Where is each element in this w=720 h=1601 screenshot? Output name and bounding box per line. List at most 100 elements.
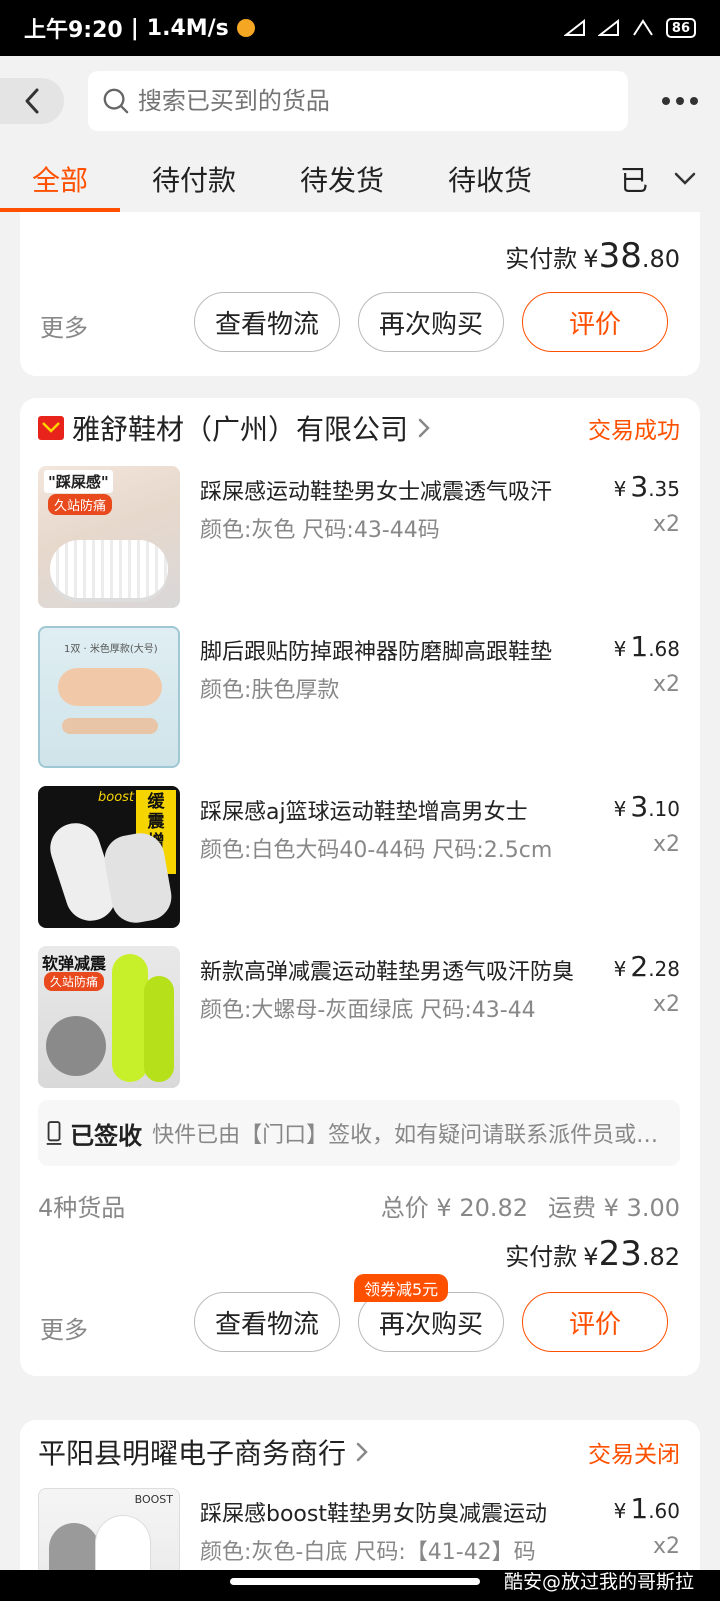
battery-icon: 86 [665,18,696,38]
paid-label: 实付款 [505,245,578,273]
product-thumbnail[interactable]: "踩屎感" 久站防痛 [38,466,180,608]
wifi-icon [633,19,653,36]
review-button[interactable]: 评价 [522,1292,668,1352]
product-item[interactable]: "踩屎感" 久站防痛 踩屎感运动鞋垫男女士减震透气吸汗 颜色:灰色 尺码:43-… [38,466,680,608]
chevron-left-icon [25,88,39,114]
currency-symbol: ¥ [613,957,627,981]
product-price: ¥ 2 .28 [614,950,680,983]
price-decimal: .68 [648,637,680,661]
insole-graphic-3 [144,976,174,1082]
product-thumbnail[interactable]: 软弹减震 久站防痛 [38,946,180,1088]
signal-icon [563,19,585,36]
more-link[interactable]: 更多 [40,308,88,343]
product-spec: 颜色:灰色 尺码:43-44码 [200,518,440,543]
product-quantity: x2 [652,672,680,697]
shop-logo-icon [38,416,64,440]
currency-symbol: ¥ [613,477,627,501]
order-status: 交易成功 [588,418,680,444]
tab-pending-shipment[interactable]: 待发货 [268,146,416,212]
insole-graphic [50,540,168,598]
shop-name[interactable]: 平阳县明曜电子商务商行 [38,1432,346,1472]
tab-all[interactable]: 全部 [0,146,121,212]
product-item[interactable]: boost 缓震 增高 踩屎感aj篮球运动鞋垫增高男女士 颜色:白色大码40-4… [38,786,680,928]
shop-name[interactable]: 雅舒鞋材（广州）有限公司 [72,408,408,448]
tab-pending-receipt[interactable]: 待收货 [416,146,564,212]
currency-symbol: ¥ [613,637,627,661]
product-price: ¥ 3 .10 [614,790,680,823]
product-quantity: x2 [652,992,680,1017]
product-price: ¥ 3 .35 [614,470,680,503]
paid-label: 实付款 [505,1243,578,1271]
search-bar[interactable] [88,71,628,131]
product-item[interactable]: 软弹减震 久站防痛 新款高弹减震运动鞋垫男透气吸汗防臭 颜色:大螺母-灰面绿底 … [38,946,680,1088]
shop-header[interactable]: 雅舒鞋材（广州）有限公司 交易成功 [38,410,680,446]
price-decimal: .35 [648,477,680,501]
header [0,56,720,146]
thumb-brand: boost [98,790,135,805]
chevron-down-icon[interactable] [674,172,696,186]
view-logistics-button[interactable]: 查看物流 [194,292,340,352]
status-bar: 上午9:20 | 1.4M/s 86 [0,0,720,56]
insole-graphic [46,1016,106,1076]
product-thumbnail[interactable]: 1双 · 米色厚款(大号) [38,626,180,768]
search-icon [103,88,129,114]
shipping-fee: 运费 ¥ 3.00 [548,1194,680,1222]
tab-overflow[interactable]: 已 [610,146,720,212]
price-decimal: .60 [648,1499,680,1523]
more-link[interactable]: 更多 [40,1310,88,1345]
back-button[interactable] [0,78,64,124]
heel-pad-graphic-2 [62,718,158,734]
more-dot-icon [690,97,698,105]
status-divider: | [130,15,139,41]
review-button[interactable]: 评价 [522,292,668,352]
product-title[interactable]: 踩屎感boost鞋垫男女防臭减震运动 [200,1496,580,1528]
more-options-button[interactable] [662,97,698,105]
order-status: 交易关闭 [588,1442,680,1468]
price-integer: 2 [630,950,649,983]
order-card: 雅舒鞋材（广州）有限公司 交易成功 "踩屎感" 久站防痛 踩屎感运动鞋垫男女士减… [20,398,700,1376]
paid-amount: 实付款 ¥ 23 .82 [505,1234,680,1274]
logistics-text: 快件已由【门口】签收，如有疑问请联系派件员或查看详情 [152,1123,674,1148]
tab-partial[interactable]: 已 [620,159,660,199]
chevron-right-icon [418,418,430,438]
product-title[interactable]: 踩屎感运动鞋垫男女士减震透气吸汗 [200,474,580,506]
watermark: 酷安@放过我的哥斯拉 [503,1571,694,1593]
signal-icon-2 [597,19,619,36]
price-summary: 总价 ¥ 20.82 运费 ¥ 3.00 [381,1188,680,1223]
total-price: 总价 ¥ 20.82 [380,1194,529,1222]
price-integer: 3 [630,470,649,503]
product-spec: 颜色:灰色-白底 尺码:【41-42】码 [200,1540,536,1565]
product-quantity: x2 [652,512,680,537]
view-logistics-button[interactable]: 查看物流 [194,1292,340,1352]
order-card: 实付款 ¥ 38 .80 更多 查看物流 再次购买 评价 [20,190,700,376]
paid-decimal: .80 [641,245,680,273]
product-quantity: x2 [652,832,680,857]
product-title[interactable]: 新款高弹减震运动鞋垫男透气吸汗防臭 [200,954,580,986]
insole-graphic-2 [112,954,148,1082]
thumb-badge: 久站防痛 [44,972,105,991]
product-price: ¥ 1 .68 [614,630,680,663]
product-price: ¥ 1 .60 [614,1492,680,1525]
battery-level: 86 [671,20,690,36]
product-thumbnail[interactable]: boost 缓震 增高 [38,786,180,928]
thumb-badge-line-1: 缓震 [147,792,165,832]
currency-symbol: ¥ [613,1499,627,1523]
shop-header[interactable]: 平阳县明曜电子商务商行 交易关闭 [38,1432,680,1472]
more-dot-icon [676,97,684,105]
thumb-label: "踩屎感" [44,470,113,493]
product-title[interactable]: 踩屎感aj篮球运动鞋垫增高男女士 [200,794,580,826]
product-item[interactable]: 1双 · 米色厚款(大号) 脚后跟贴防掉跟神器防磨脚高跟鞋垫 颜色:肤色厚款 ¥… [38,626,680,768]
buy-again-button[interactable]: 再次购买 [358,292,504,352]
tab-pending-payment[interactable]: 待付款 [120,146,268,212]
price-integer: 1 [630,1492,649,1525]
thumb-label: 软弹减震 [42,954,107,973]
product-title[interactable]: 脚后跟贴防掉跟神器防磨脚高跟鞋垫 [200,634,580,666]
more-dot-icon [662,97,670,105]
home-indicator[interactable] [230,1578,480,1585]
price-decimal: .28 [648,957,680,981]
logistics-summary[interactable]: 已签收 快件已由【门口】签收，如有疑问请联系派件员或查看详情 [38,1100,680,1166]
search-input[interactable] [137,87,614,115]
status-time: 上午9:20 [24,18,123,43]
currency-symbol: ¥ [583,1243,599,1271]
price-integer: 1 [630,630,649,663]
